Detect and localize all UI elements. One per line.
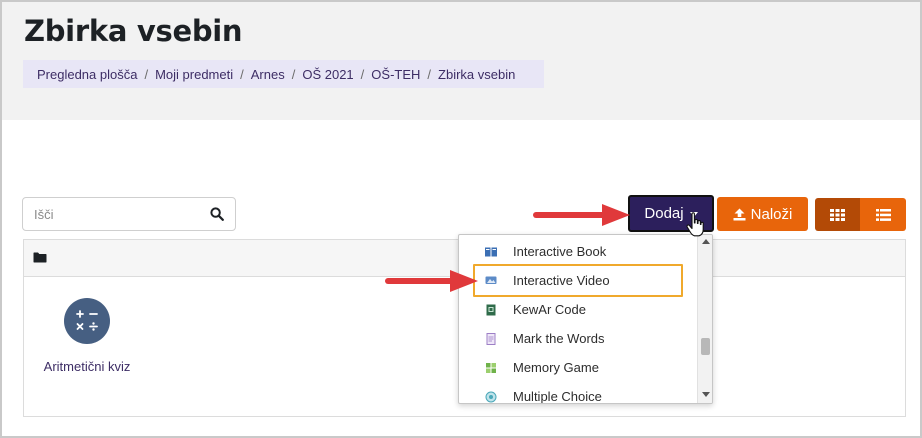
document-icon [486, 333, 496, 345]
search-box [22, 197, 236, 231]
scrollbar-thumb[interactable] [701, 338, 710, 355]
breadcrumb-separator: / [360, 66, 365, 82]
list-view-button[interactable] [860, 198, 906, 231]
search-icon[interactable] [210, 207, 224, 221]
folder-icon[interactable] [33, 252, 47, 263]
dropdown-item-multiple-choice[interactable]: Multiple Choice [459, 382, 695, 404]
search-input[interactable] [23, 198, 203, 230]
scroll-down-icon[interactable] [702, 392, 710, 397]
breadcrumb-item-my-courses[interactable]: Moji predmeti [155, 67, 233, 82]
breadcrumb-item-os-teh[interactable]: OŠ-TEH [371, 67, 420, 82]
dropdown-item-label: Mark the Words [513, 331, 605, 346]
radio-icon [485, 391, 497, 403]
arithmetic-icon [64, 298, 110, 344]
dropdown-scrollbar[interactable] [697, 235, 712, 403]
grid-icon [830, 208, 845, 221]
screenshot-frame: Zbirka vsebin Pregledna plošča / Moji pr… [0, 0, 922, 438]
dropdown-item-memory-game[interactable]: Memory Game [459, 353, 695, 382]
grid-view-button[interactable] [815, 198, 860, 231]
highlight-box [473, 264, 683, 297]
content-item[interactable]: Aritmetični kviz [32, 298, 142, 374]
upload-button[interactable]: Naloži [717, 197, 808, 231]
add-button-label: Dodaj [644, 205, 684, 222]
upload-icon [733, 208, 746, 220]
scroll-up-icon[interactable] [702, 239, 710, 244]
book-icon [485, 247, 497, 257]
hand-cursor-icon [686, 212, 704, 237]
page-title: Zbirka vsebin [24, 14, 243, 48]
dropdown-item-label: Multiple Choice [513, 389, 602, 404]
breadcrumb-item-arnes[interactable]: Arnes [251, 67, 285, 82]
content-item-label: Aritmetični kviz [43, 359, 131, 374]
dropdown-item-mark-the-words[interactable]: Mark the Words [459, 324, 695, 353]
breadcrumb-separator: / [427, 66, 432, 82]
breadcrumb-separator: / [240, 66, 244, 82]
upload-button-label: Naloži [750, 205, 793, 223]
annotation-arrow-icon [385, 270, 478, 292]
breadcrumb-item-os-2021[interactable]: OŠ 2021 [302, 67, 353, 82]
dropdown-item-label: KewAr Code [513, 302, 586, 317]
page-header: Zbirka vsebin Pregledna plošča / Moji pr… [2, 2, 920, 120]
breadcrumb: Pregledna plošča / Moji predmeti / Arnes… [23, 60, 544, 88]
breadcrumb-item-dashboard[interactable]: Pregledna plošča [37, 67, 137, 82]
add-content-dropdown: Interactive Book Interactive Video KewAr… [458, 234, 713, 404]
dropdown-item-kewar-code[interactable]: KewAr Code [459, 295, 695, 324]
dropdown-item-interactive-book[interactable]: Interactive Book [459, 237, 695, 266]
qr-code-icon [486, 304, 496, 316]
breadcrumb-separator: / [291, 66, 296, 82]
dropdown-item-label: Interactive Book [513, 244, 607, 259]
list-icon [875, 208, 891, 221]
breadcrumb-item-content-bank: Zbirka vsebin [438, 66, 516, 82]
annotation-arrow-icon [533, 204, 630, 226]
breadcrumb-separator: / [144, 66, 149, 82]
dropdown-item-label: Memory Game [513, 360, 599, 375]
tiles-icon [486, 363, 496, 373]
